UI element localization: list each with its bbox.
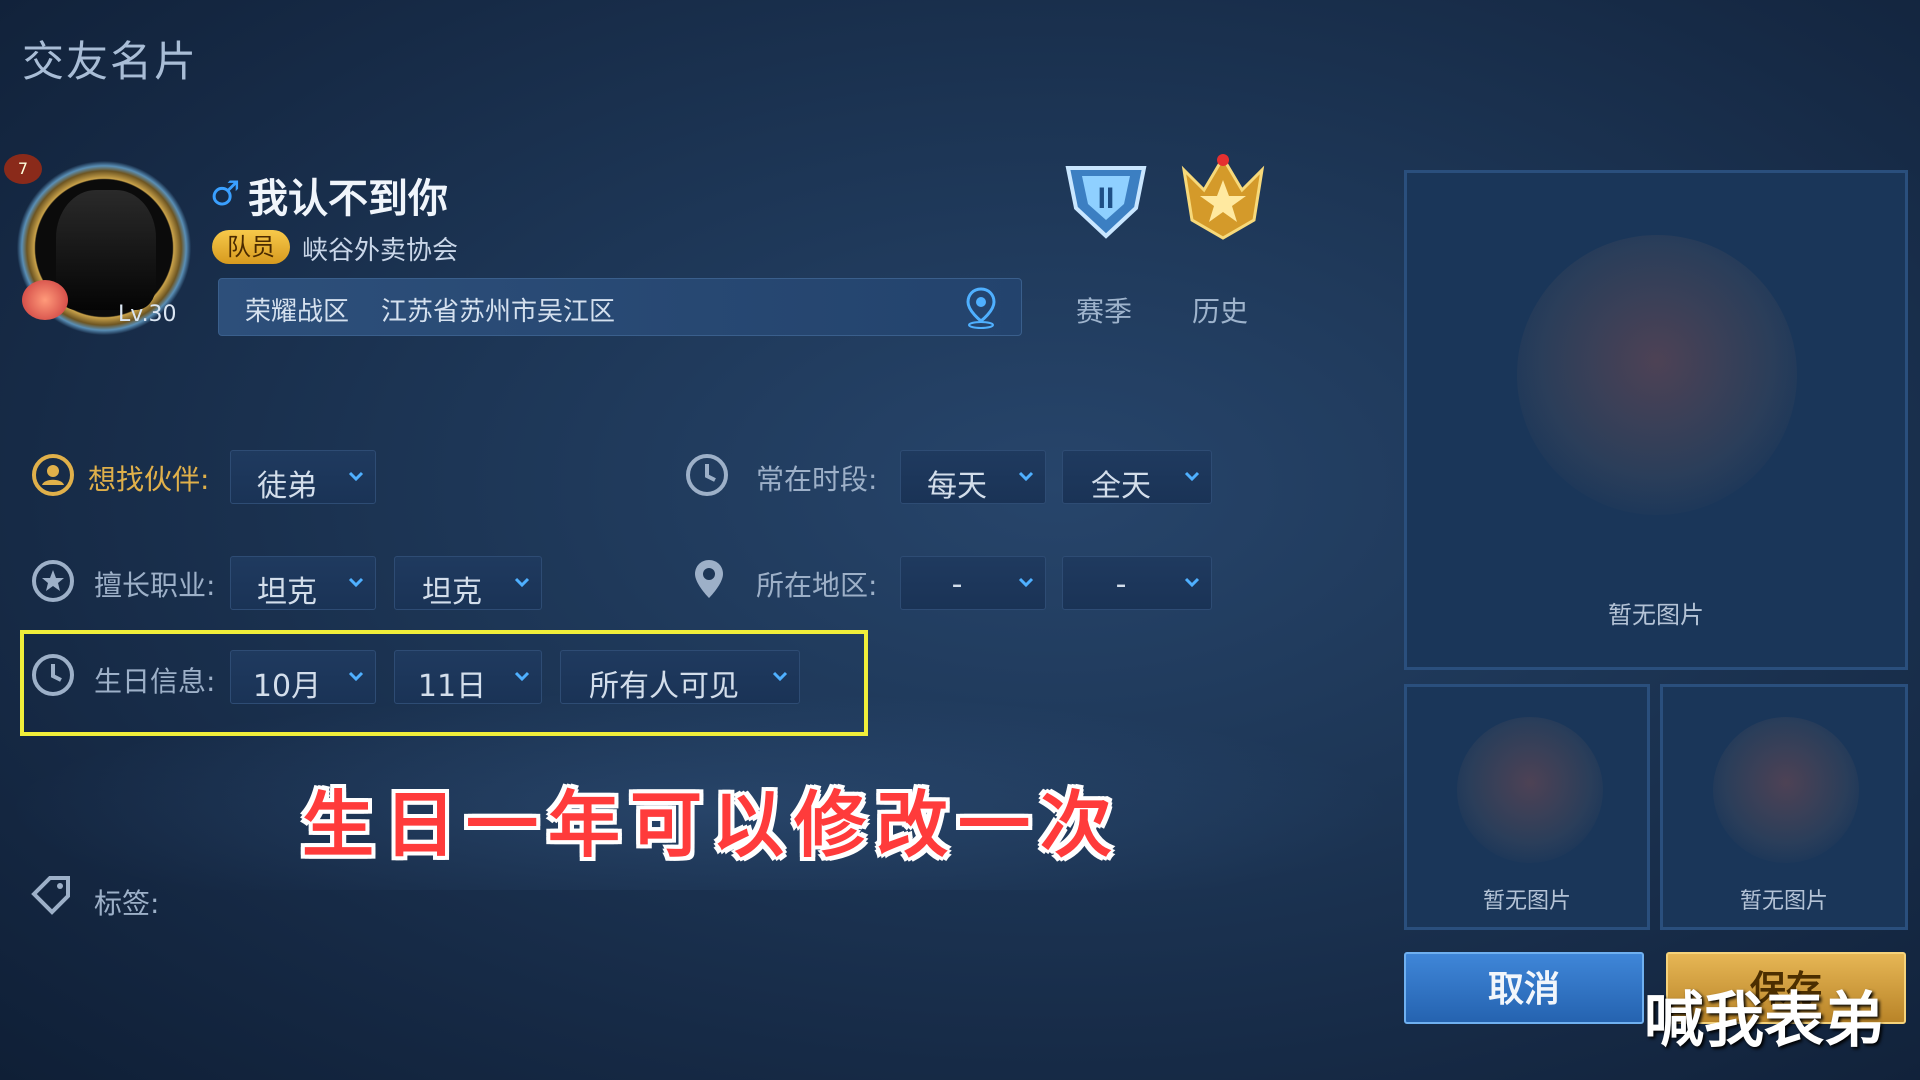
chevron-down-icon <box>514 577 530 588</box>
partner-value: 徒弟 <box>257 469 317 504</box>
clock-icon <box>686 454 728 496</box>
season-rank-icon[interactable]: II <box>1062 158 1150 240</box>
role-badge: 队员 <box>212 230 290 264</box>
region-label: 所在地区: <box>756 569 878 602</box>
mascot-placeholder-image <box>1713 717 1859 863</box>
online-label: 常在时段: <box>756 463 878 496</box>
chevron-down-icon <box>1018 577 1034 588</box>
avatar-portrait <box>56 190 156 310</box>
flower-decoration-icon <box>22 280 68 320</box>
player-name: 我认不到你 <box>248 176 448 222</box>
photo-slot-1[interactable]: 暂无图片 <box>1404 684 1650 930</box>
chevron-down-icon <box>1184 471 1200 482</box>
online-day-dropdown[interactable]: 每天 <box>900 450 1046 504</box>
location-pin-icon[interactable] <box>959 285 1003 329</box>
chevron-down-icon <box>348 577 364 588</box>
male-icon: ♂ <box>210 174 241 214</box>
chevron-down-icon <box>1018 471 1034 482</box>
svg-text:II: II <box>1098 182 1115 215</box>
job-first-dropdown[interactable]: 坦克 <box>230 556 376 610</box>
mascot-placeholder-image <box>1457 717 1603 863</box>
location-icon <box>695 560 723 598</box>
photo-placeholder-text: 暂无图片 <box>1608 601 1704 629</box>
zone-value: 江苏省苏州市吴江区 <box>381 297 616 327</box>
photo-slot-main[interactable]: 暂无图片 <box>1404 170 1908 670</box>
online-time-dropdown[interactable]: 全天 <box>1062 450 1212 504</box>
cancel-button[interactable]: 取消 <box>1404 952 1644 1024</box>
photo-placeholder-text: 暂无图片 <box>1482 889 1571 914</box>
chevron-down-icon <box>348 471 364 482</box>
photo-slot-2[interactable]: 暂无图片 <box>1660 684 1908 930</box>
partner-label: 想找伙伴: <box>88 463 210 496</box>
region-first-value: - <box>951 567 963 602</box>
online-day-value: 每天 <box>927 469 987 504</box>
caption-overlay: 生日一年可以修改一次 <box>302 782 1123 867</box>
partner-dropdown[interactable]: 徒弟 <box>230 450 376 504</box>
tags-label: 标签: <box>94 887 160 920</box>
avatar-rank-badge: 7 <box>4 154 42 184</box>
zone-label: 荣耀战区 <box>245 297 350 327</box>
watermark-text: 喊我表弟 <box>1644 986 1884 1056</box>
partner-icon <box>32 454 74 496</box>
location-bar[interactable]: 荣耀战区 江苏省苏州市吴江区 <box>218 278 1022 336</box>
tag-icon <box>31 876 70 915</box>
job-second-value: 坦克 <box>422 575 482 610</box>
job-second-dropdown[interactable]: 坦克 <box>394 556 542 610</box>
season-label: 赛季 <box>1076 295 1133 328</box>
history-label: 历史 <box>1192 295 1249 328</box>
job-first-value: 坦克 <box>257 575 317 610</box>
star-icon <box>32 560 74 602</box>
history-rank-icon[interactable] <box>1174 150 1272 242</box>
page-title: 交友名片 <box>22 37 199 86</box>
player-level: Lv.30 <box>118 302 177 327</box>
photo-placeholder-text: 暂无图片 <box>1739 889 1828 914</box>
birthday-highlight-box <box>20 630 868 736</box>
job-label: 擅长职业: <box>94 569 216 602</box>
region-second-dropdown[interactable]: - <box>1062 556 1212 610</box>
chevron-down-icon <box>1184 577 1200 588</box>
mascot-placeholder-image <box>1517 235 1797 515</box>
guild-name: 峡谷外卖协会 <box>302 236 459 266</box>
region-second-value: - <box>1115 567 1127 602</box>
region-first-dropdown[interactable]: - <box>900 556 1046 610</box>
online-time-value: 全天 <box>1091 469 1151 504</box>
